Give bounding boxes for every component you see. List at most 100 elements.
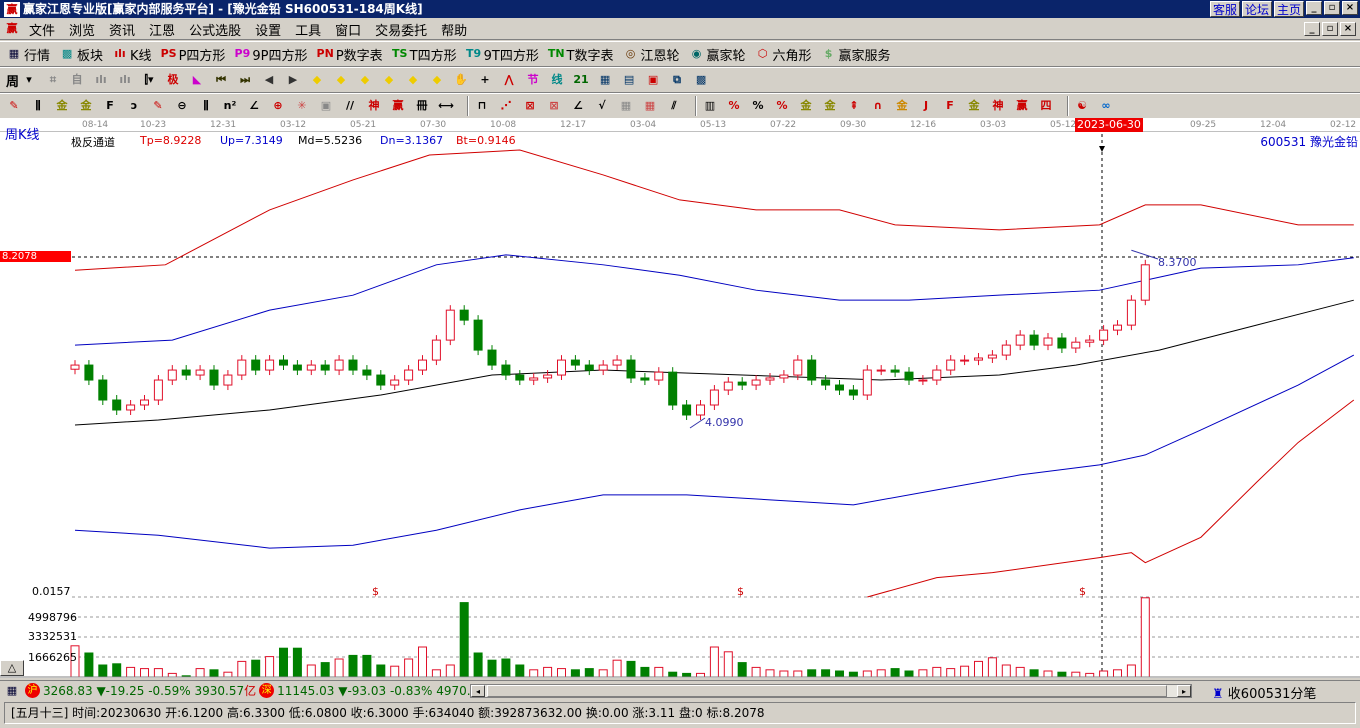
bars-3-button[interactable]: ılı (93, 72, 111, 88)
restore-button[interactable]: ▫ (1324, 1, 1340, 15)
four-angle-button[interactable]: 四 (1038, 98, 1056, 114)
gold-2-button[interactable]: 金 (78, 98, 96, 114)
network-button[interactable]: ⧉ (669, 72, 687, 88)
hand-button[interactable]: ✋ (453, 72, 471, 88)
minimize-button[interactable]: _ (1306, 1, 1322, 15)
last-button[interactable]: ⏭ (237, 72, 255, 88)
kline-chart[interactable]: 8.3700 4.0990 $ $ $ 08-14 10-23 12-31 03-12 05-2… (0, 118, 1360, 678)
toggle-panel-button[interactable]: △ (0, 660, 24, 676)
menu-window[interactable]: 窗口 (328, 20, 368, 39)
toolbar-button-quote-table[interactable]: ▦ 行情 (6, 45, 50, 64)
slash-button[interactable]: // (342, 98, 360, 114)
god-button[interactable]: 神 (366, 98, 384, 114)
grid2-button[interactable]: ▦ (642, 98, 660, 114)
flag-button[interactable]: ◣ (189, 72, 207, 88)
percent-lines-button[interactable]: % (774, 98, 792, 114)
circle-button[interactable]: ⊖ (174, 98, 192, 114)
toolbar-button-winner-wheel[interactable]: ◉ 赢家轮 (689, 45, 746, 64)
pattern-button[interactable]: ⌗ (45, 72, 63, 88)
first-button[interactable]: ⏮ (213, 72, 231, 88)
scroll-right-icon[interactable]: ▸ (1177, 685, 1191, 697)
toolbar-button-pn[interactable]: PN P数字表 (317, 45, 383, 64)
self-button[interactable]: 自 (69, 72, 87, 88)
mdi-minimize-button[interactable]: _ (1304, 22, 1320, 36)
menu-help[interactable]: 帮助 (434, 20, 474, 39)
crosshair-button[interactable]: + (477, 72, 495, 88)
fan-button[interactable]: ⋰ (498, 98, 516, 114)
zigzag-button[interactable]: ⋀ (501, 72, 519, 88)
toolbar-button-gann-wheel[interactable]: ◎ 江恩轮 (623, 45, 680, 64)
comb-button[interactable]: 冊 (414, 98, 432, 114)
table-button[interactable]: ▥ (702, 98, 720, 114)
extreme-button[interactable]: 极 (165, 72, 183, 88)
measure-button[interactable]: ⟷ (438, 98, 456, 114)
bars-9-button[interactable]: ılı (117, 72, 135, 88)
wave-button[interactable]: √ (594, 98, 612, 114)
gold-angle-button[interactable]: 金 (966, 98, 984, 114)
percent-fan-button[interactable]: % (726, 98, 744, 114)
pen-button[interactable]: ✎ (6, 98, 24, 114)
scroll-thumb[interactable] (487, 685, 1167, 697)
j-angle-button[interactable]: J (918, 98, 936, 114)
homepage-link[interactable]: 主页 (1273, 1, 1304, 17)
hash-button[interactable]: ⫼ (198, 98, 216, 114)
diag-button[interactable]: ⫽ (666, 98, 684, 114)
frame-button[interactable]: ⊓ (474, 98, 492, 114)
n2-button[interactable]: n² (222, 98, 240, 114)
angle-button[interactable]: ∠ (246, 98, 264, 114)
gold-circle-button[interactable]: 金 (798, 98, 816, 114)
god-angle-button[interactable]: 神 (990, 98, 1008, 114)
parallel-button[interactable]: ⫼ (30, 98, 48, 114)
pen2-button[interactable]: ✎ (150, 98, 168, 114)
mdi-close-button[interactable]: × (1340, 22, 1356, 36)
calendar-button[interactable]: 21 (573, 72, 591, 88)
quote-table-icon[interactable]: ▦ (4, 683, 20, 699)
diamond-right-button[interactable]: ◆ (333, 72, 351, 88)
toolbar-button-dollar-service[interactable]: $ 赢家服务 (821, 45, 891, 64)
save-button[interactable]: ▣ (645, 72, 663, 88)
grid-button[interactable]: ▦ (618, 98, 636, 114)
line-button[interactable]: 线 (549, 72, 567, 88)
gann-fan-button[interactable]: ⊠ (546, 98, 564, 114)
infinity-button[interactable]: ∞ (1098, 98, 1116, 114)
customer-service-link[interactable]: 客服 (1209, 1, 1240, 17)
gann-box-button[interactable]: ⊠ (522, 98, 540, 114)
gold-band-button[interactable]: 金 (894, 98, 912, 114)
menu-formula-screen[interactable]: 公式选股 (182, 20, 248, 39)
win-button[interactable]: 赢 (390, 98, 408, 114)
toolbar-button-tn[interactable]: TN T数字表 (548, 45, 614, 64)
left-arrow-button[interactable]: ◀ (261, 72, 279, 88)
calculator-button[interactable]: ▦ (597, 72, 615, 88)
horizontal-scrollbar[interactable]: ◂ ▸ (470, 684, 1192, 698)
diamond-shrink-button[interactable]: ◆ (381, 72, 399, 88)
spiral-button[interactable]: ↄ (126, 98, 144, 114)
yinyang-button[interactable]: ☯ (1074, 98, 1092, 114)
trade-button[interactable]: ▩ (693, 72, 711, 88)
toolbar-button-ps[interactable]: PS P四方形 (161, 45, 226, 64)
app-menu-icon[interactable]: 赢 (4, 21, 20, 37)
toolbar-button-kline[interactable]: ılı K线 (112, 45, 151, 64)
angle2-button[interactable]: ∠ (570, 98, 588, 114)
f-angle-button[interactable]: F (942, 98, 960, 114)
toolbar-button-p9[interactable]: P9 9P四方形 (234, 45, 308, 64)
arrow-fan-button[interactable]: ⇞ (846, 98, 864, 114)
menu-trade[interactable]: 交易委托 (368, 20, 434, 39)
toolbar-button-sector-blocks[interactable]: ▩ 板块 (59, 45, 103, 64)
target-button[interactable]: ⊕ (270, 98, 288, 114)
star-button[interactable]: ✳ (294, 98, 312, 114)
notes-button[interactable]: ▤ (621, 72, 639, 88)
gold-1-button[interactable]: 金 (54, 98, 72, 114)
mdi-restore-button[interactable]: ▫ (1322, 22, 1338, 36)
cycle-button[interactable]: ∩ (870, 98, 888, 114)
node-button[interactable]: 节 (525, 72, 543, 88)
win-angle-button[interactable]: 赢 (1014, 98, 1032, 114)
menu-tools[interactable]: 工具 (288, 20, 328, 39)
diamond-star-button[interactable]: ◆ (405, 72, 423, 88)
toolbar-button-hexagon[interactable]: ⬡ 六角形 (755, 45, 812, 64)
right-arrow-button[interactable]: ▶ (285, 72, 303, 88)
menu-settings[interactable]: 设置 (248, 20, 288, 39)
menu-file[interactable]: 文件 (22, 20, 62, 39)
gold-lines-button[interactable]: 金 (822, 98, 840, 114)
diamond-left-button[interactable]: ◆ (309, 72, 327, 88)
menu-news[interactable]: 资讯 (102, 20, 142, 39)
